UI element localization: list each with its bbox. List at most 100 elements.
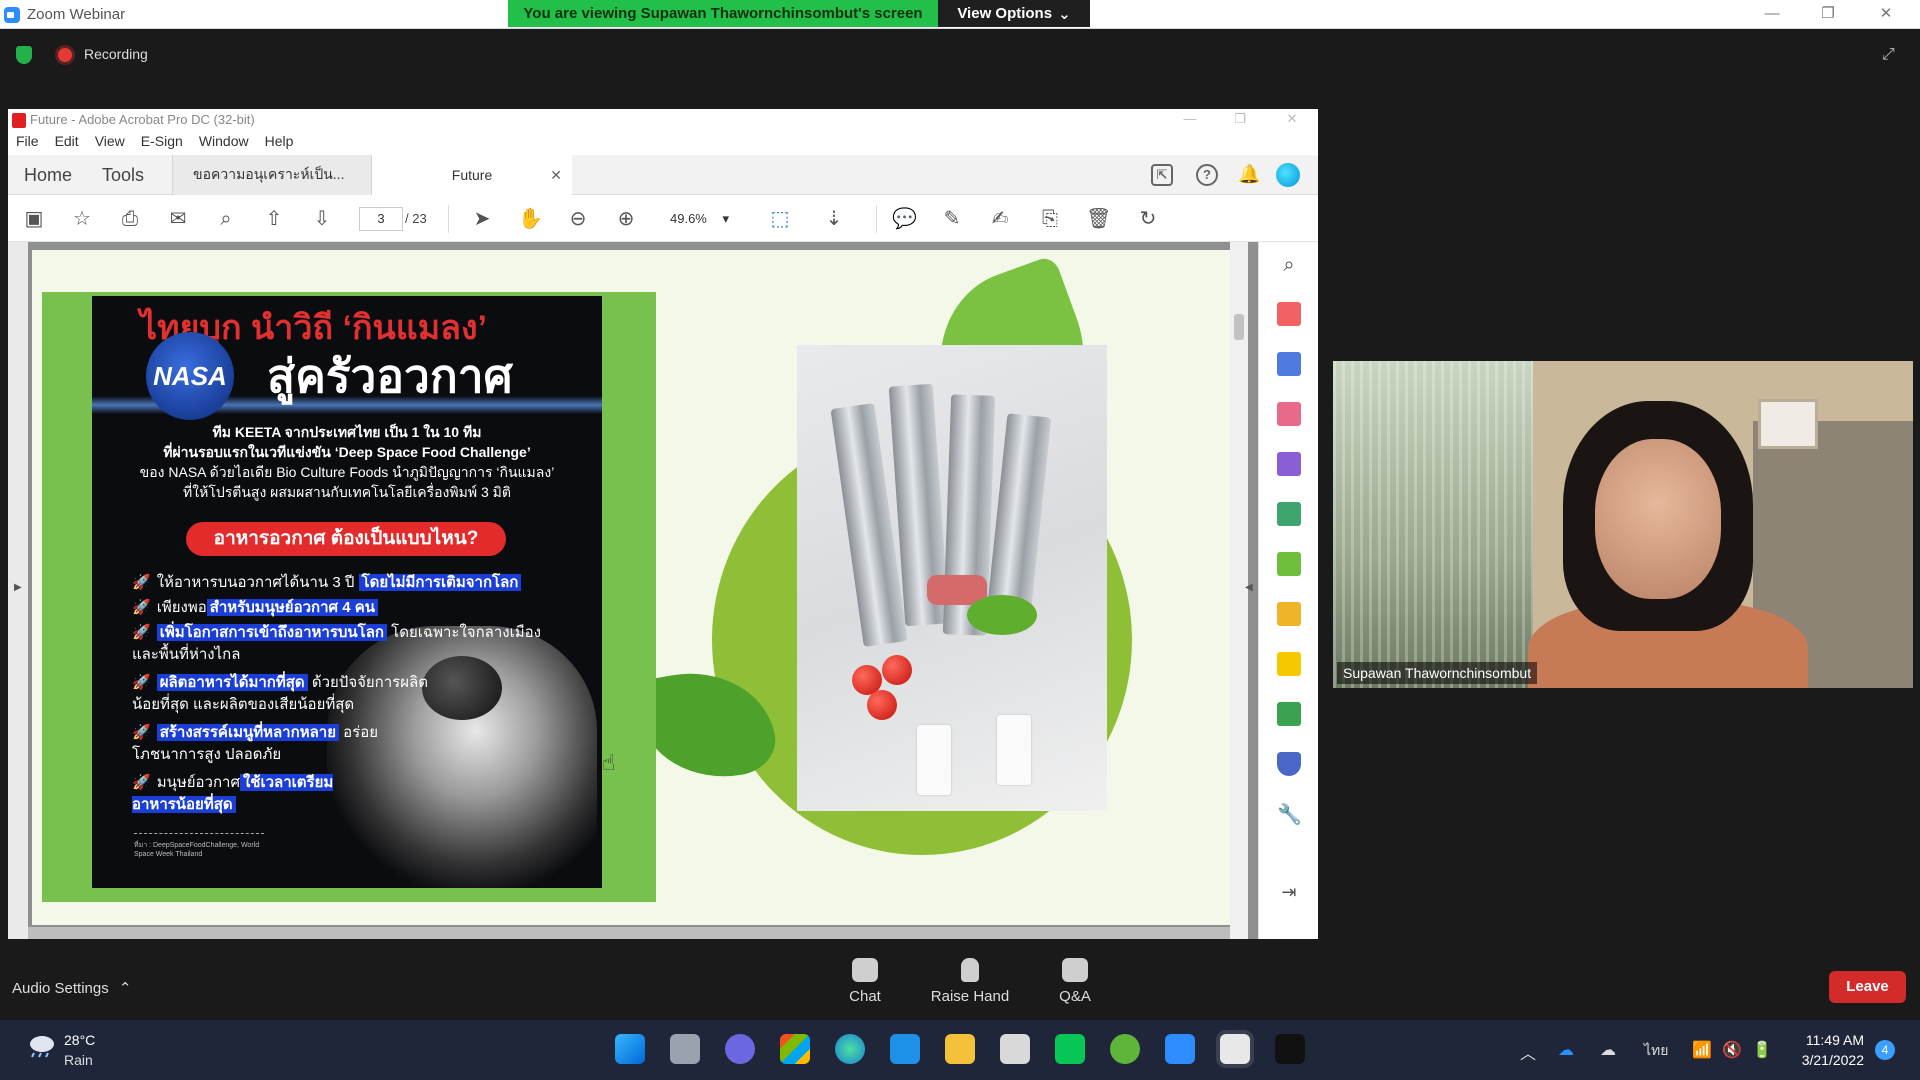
print-icon[interactable]: ⎙ xyxy=(118,207,142,231)
document-area[interactable]: ▶ ไทยบุก นำวิถี ‘กินแมลง’ NASA สู่ครัวอว… xyxy=(8,242,1258,939)
page-total: / 23 xyxy=(405,211,427,226)
horizontal-scrollbar[interactable] xyxy=(28,927,1230,939)
start-windows-icon[interactable] xyxy=(615,1034,645,1064)
email-icon[interactable]: ✉ xyxy=(166,207,190,231)
rotate-icon[interactable]: ↻ xyxy=(1136,207,1160,231)
scroll-mode-icon[interactable]: ⇣ xyxy=(822,207,846,231)
page-number-input[interactable]: 3 xyxy=(359,207,403,231)
zoom-taskbar-icon[interactable] xyxy=(1165,1034,1195,1064)
print-production-icon[interactable] xyxy=(1277,702,1301,726)
chevron-down-icon: ▾ xyxy=(722,211,730,226)
edge-browser-icon[interactable] xyxy=(835,1034,865,1064)
draw-icon[interactable]: ✍ xyxy=(988,207,1012,231)
fill-sign-icon[interactable] xyxy=(1277,452,1301,476)
line-app-icon[interactable] xyxy=(1055,1034,1085,1064)
collapse-panel-icon[interactable]: ⇥ xyxy=(1277,882,1301,906)
audio-settings-button[interactable]: Audio Settings ⌃ xyxy=(12,979,131,997)
rain-cloud-icon[interactable] xyxy=(26,1034,56,1058)
close-button[interactable]: ✕ xyxy=(1864,3,1908,25)
restore-button[interactable]: ❐ xyxy=(1806,3,1850,25)
close-tab-icon[interactable]: ✕ xyxy=(550,167,562,184)
doc-tab-request[interactable]: ขอความอนุเคราะห์เป็น... xyxy=(172,155,372,195)
zoom-level-select[interactable]: 49.6% ▾ xyxy=(662,207,748,231)
menu-file[interactable]: File xyxy=(8,133,47,151)
tab-home[interactable]: Home xyxy=(24,165,72,186)
tab-tools[interactable]: Tools xyxy=(102,165,144,186)
save-icon[interactable]: ▣ xyxy=(22,207,46,231)
more-tools-icon[interactable]: 🔧 xyxy=(1277,802,1302,826)
qa-button[interactable]: Q&A xyxy=(1030,958,1120,1005)
wifi-icon[interactable]: 📶 xyxy=(1692,1040,1712,1060)
microsoft-store-icon[interactable] xyxy=(780,1034,810,1064)
task-view-icon[interactable] xyxy=(670,1034,700,1064)
organize-pages-icon[interactable] xyxy=(1277,402,1301,426)
acrobat-restore-button[interactable]: ❐ xyxy=(1220,111,1260,127)
acrobat-minimize-button[interactable]: — xyxy=(1170,111,1210,126)
leave-button[interactable]: Leave xyxy=(1829,971,1906,1003)
chevron-left-icon[interactable]: ◀ xyxy=(1245,582,1253,593)
snipping-tool-icon[interactable] xyxy=(1220,1034,1250,1064)
menu-esign[interactable]: E-Sign xyxy=(133,133,191,151)
delete-icon[interactable]: 🗑 xyxy=(1086,207,1111,231)
weather-temperature[interactable]: 28°C xyxy=(64,1032,95,1048)
language-indicator[interactable]: ไทย xyxy=(1644,1040,1668,1062)
participant-video-tile[interactable]: Supawan Thawornchinsombut xyxy=(1333,361,1913,688)
select-cursor-icon[interactable]: ➤ xyxy=(470,207,494,231)
mail-icon[interactable] xyxy=(890,1034,920,1064)
share-screen-icon[interactable]: ⇱ xyxy=(1151,164,1173,186)
help-icon[interactable]: ? xyxy=(1196,164,1218,186)
menu-view[interactable]: View xyxy=(87,133,133,151)
chevron-up-icon[interactable]: ︿ xyxy=(1520,1040,1536,1064)
stamp-icon[interactable]: ⎘ xyxy=(1038,207,1062,231)
app-icon[interactable] xyxy=(1000,1034,1030,1064)
cloud-icon[interactable]: ☁ xyxy=(1600,1040,1616,1060)
menu-help[interactable]: Help xyxy=(257,133,302,151)
avatar[interactable] xyxy=(1276,163,1300,187)
chevron-right-icon[interactable]: ▶ xyxy=(14,582,22,593)
view-options-button[interactable]: View Options ⌄ xyxy=(938,0,1090,27)
teams-chat-icon[interactable] xyxy=(725,1034,755,1064)
highlight-pen-icon[interactable]: ✎ xyxy=(940,207,964,231)
search-icon[interactable]: ⌕ xyxy=(214,207,238,231)
volume-muted-icon[interactable]: 🔇 xyxy=(1722,1040,1742,1060)
page-up-icon[interactable]: ⇧ xyxy=(262,207,286,231)
notification-badge[interactable]: 4 xyxy=(1875,1040,1895,1060)
export-pdf-icon[interactable] xyxy=(1277,352,1301,376)
zoom-search-icon[interactable]: ⌕ xyxy=(1277,254,1301,278)
security-shield-icon[interactable] xyxy=(16,46,32,64)
compress-pdf-icon[interactable] xyxy=(1277,552,1301,576)
acrobat-close-button[interactable]: ✕ xyxy=(1272,111,1312,127)
minimize-button[interactable]: — xyxy=(1750,3,1794,25)
clock-date[interactable]: 3/21/2022 xyxy=(1794,1052,1864,1068)
raise-hand-button[interactable]: Raise Hand xyxy=(925,958,1015,1005)
utorrent-icon[interactable] xyxy=(1110,1034,1140,1064)
bookmark-star-icon[interactable]: ☆ xyxy=(70,207,94,231)
rocket-icon: 🚀 xyxy=(132,674,151,691)
weather-description[interactable]: Rain xyxy=(64,1052,93,1068)
comment-tool-icon[interactable] xyxy=(1277,652,1301,676)
zoom-out-icon[interactable]: ⊖ xyxy=(566,207,590,231)
doc-tab-future[interactable]: Future ✕ xyxy=(372,155,572,195)
scrollbar-thumb[interactable] xyxy=(1234,314,1244,340)
scan-ocr-icon[interactable] xyxy=(1277,602,1301,626)
fit-page-icon[interactable]: ⬚ xyxy=(768,207,792,231)
menu-window[interactable]: Window xyxy=(191,133,257,151)
file-explorer-icon[interactable] xyxy=(945,1034,975,1064)
page-down-icon[interactable]: ⇩ xyxy=(310,207,334,231)
clock-time[interactable]: 11:49 AM xyxy=(1800,1032,1864,1048)
comment-icon[interactable]: 💬 xyxy=(892,207,917,231)
hand-tool-icon[interactable]: ✋ xyxy=(518,207,543,231)
left-panel-toggle[interactable]: ▶ xyxy=(8,242,28,939)
fullscreen-icon[interactable]: ⤢ xyxy=(1882,46,1900,64)
battery-icon[interactable]: 🔋 xyxy=(1752,1040,1772,1060)
create-pdf-icon[interactable] xyxy=(1277,302,1301,326)
zoom-in-icon[interactable]: ⊕ xyxy=(614,207,638,231)
edit-pdf-icon[interactable] xyxy=(1277,502,1301,526)
chat-button[interactable]: Chat xyxy=(820,958,910,1005)
tradingview-icon[interactable] xyxy=(1275,1034,1305,1064)
protect-icon[interactable] xyxy=(1277,752,1301,776)
onedrive-icon[interactable]: ☁ xyxy=(1558,1040,1574,1060)
bell-icon[interactable]: 🔔 xyxy=(1238,164,1260,186)
menu-edit[interactable]: Edit xyxy=(47,133,87,151)
nasa-logo: NASA xyxy=(146,332,234,420)
